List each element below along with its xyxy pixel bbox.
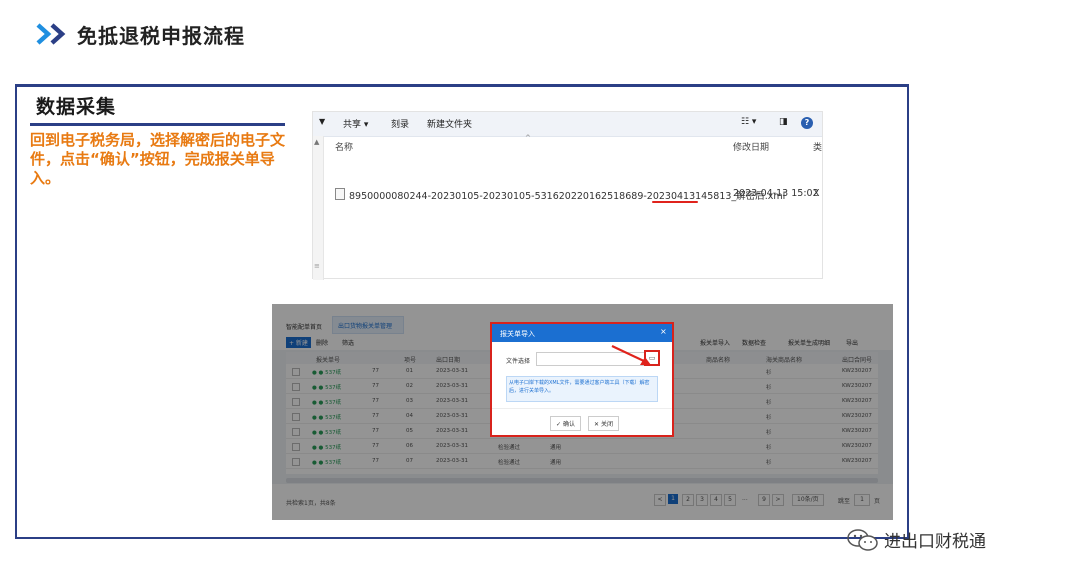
explorer-scrollbar[interactable]: ▲ ≡ (313, 136, 324, 280)
watermark-text: 进出口财税通 (884, 532, 986, 552)
explorer-toolbar: ▼ 共享 ▾ 刻录 新建文件夹 ☷ ▾ ◨ ? (313, 112, 822, 137)
import-modal: 报关单导入 × 文件选择 ▭ 从电子口岸下载的XML文件，需要通过客户端工具（下… (490, 322, 674, 437)
view-options-icon[interactable]: ☷ ▾ (741, 117, 756, 127)
file-type: X (813, 188, 820, 199)
page-title: 免抵退税申报流程 (77, 24, 245, 48)
confirm-label: 确认 (562, 421, 575, 428)
help-icon[interactable]: ? (801, 117, 813, 129)
close-label: 关闭 (600, 421, 613, 428)
file-select-label: 文件选择 (506, 358, 531, 365)
resize-grip-icon: ≡ (314, 262, 320, 270)
file-row[interactable]: 8950000080244-20230105-20230105-53162022… (335, 188, 820, 202)
confirm-button[interactable]: ✓ 确认 (550, 416, 581, 431)
modal-title: 报关单导入 (500, 330, 535, 338)
section-description: 回到电子税务局，选择解密后的电子文件，点击“确认”按钮，完成报关单导入。 (30, 131, 286, 187)
close-button[interactable]: ✕ 关闭 (588, 416, 619, 431)
section-underline (30, 123, 285, 126)
share-button[interactable]: 共享 ▾ (343, 117, 368, 130)
red-arrow-icon (611, 345, 651, 365)
xml-file-icon (335, 188, 345, 200)
chevron-down-icon[interactable]: ▼ (319, 117, 325, 126)
close-icon[interactable]: × (660, 327, 667, 336)
double-chevron-icon (36, 23, 66, 45)
modal-header: 报关单导入 × (492, 324, 672, 342)
column-modified-date[interactable]: 修改日期 (733, 140, 769, 153)
file-modified-date: 2023-04-13 15:02 (733, 188, 819, 199)
column-type[interactable]: 类 (813, 140, 822, 153)
burn-button[interactable]: 刻录 (391, 117, 409, 130)
preview-pane-icon[interactable]: ◨ (779, 117, 788, 127)
tax-bureau-screenshot: 智能配单首页 出口货物报关单管理 + 新建 删除 筛选 报关单导入 数据检查 报… (272, 304, 893, 520)
modal-divider (492, 408, 672, 409)
explorer-column-header: 名称 ^ 修改日期 类 (335, 134, 822, 156)
new-folder-button[interactable]: 新建文件夹 (427, 117, 472, 130)
column-name[interactable]: 名称 (335, 140, 353, 153)
file-explorer-screenshot: ▼ 共享 ▾ 刻录 新建文件夹 ☷ ▾ ◨ ? ▲ ≡ 名称 ^ 修改日期 类 … (312, 111, 823, 280)
import-hint: 从电子口岸下载的XML文件，需要通过客户端工具（下载）解密后，进行关单导入。 (506, 376, 658, 402)
highlight-underline (652, 201, 698, 203)
wechat-logo-icon (847, 529, 878, 551)
sort-caret-icon: ^ (525, 134, 531, 142)
scroll-up-icon[interactable]: ▲ (314, 138, 319, 146)
section-title: 数据采集 (36, 96, 117, 118)
